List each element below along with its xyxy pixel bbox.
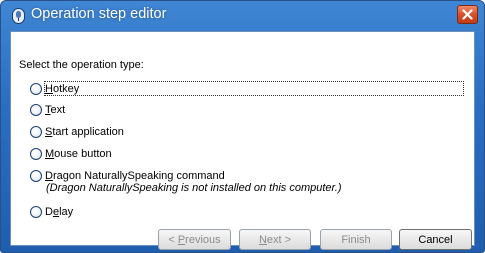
option-label: Text [45, 104, 66, 116]
operation-type-prompt: Select the operation type: [19, 59, 144, 71]
radio-option-delay[interactable]: Delay [30, 204, 73, 220]
radio-button[interactable] [30, 104, 42, 116]
close-icon [462, 9, 473, 20]
radio-button[interactable] [30, 206, 42, 218]
window-title: Operation step editor [31, 6, 167, 22]
close-button[interactable] [457, 5, 478, 24]
option-label: Hotkey [45, 83, 80, 95]
radio-button[interactable] [30, 170, 42, 182]
app-icon [12, 8, 25, 24]
title-bar[interactable]: Operation step editor [1, 1, 484, 31]
radio-button[interactable] [30, 83, 42, 95]
radio-option-hotkey[interactable]: Hotkey [30, 81, 79, 97]
finish-button[interactable]: Finish [320, 229, 392, 250]
cancel-button[interactable]: Cancel [399, 229, 472, 250]
option-label: Delay [45, 206, 74, 218]
radio-option-start-application[interactable]: Start application [30, 124, 124, 140]
option-label: Dragon NaturallySpeaking command [45, 170, 225, 182]
option-label: Start application [45, 126, 124, 138]
radio-option-mouse-button[interactable]: Mouse button [30, 146, 112, 162]
radio-button[interactable] [30, 126, 42, 138]
option-label: Mouse button [45, 148, 112, 160]
next-button[interactable]: Next > [239, 229, 311, 250]
previous-button[interactable]: < Previous [158, 229, 231, 250]
next-button-label: Next > [258, 233, 292, 246]
radio-button[interactable] [30, 148, 42, 160]
dragon-not-installed-note: (Dragon NaturallySpeaking is not install… [46, 182, 342, 194]
previous-button-label: < Previous [168, 233, 221, 246]
radio-option-text[interactable]: Text [30, 102, 65, 118]
operation-step-editor-dialog: Operation step editor Select the operati… [0, 0, 485, 253]
